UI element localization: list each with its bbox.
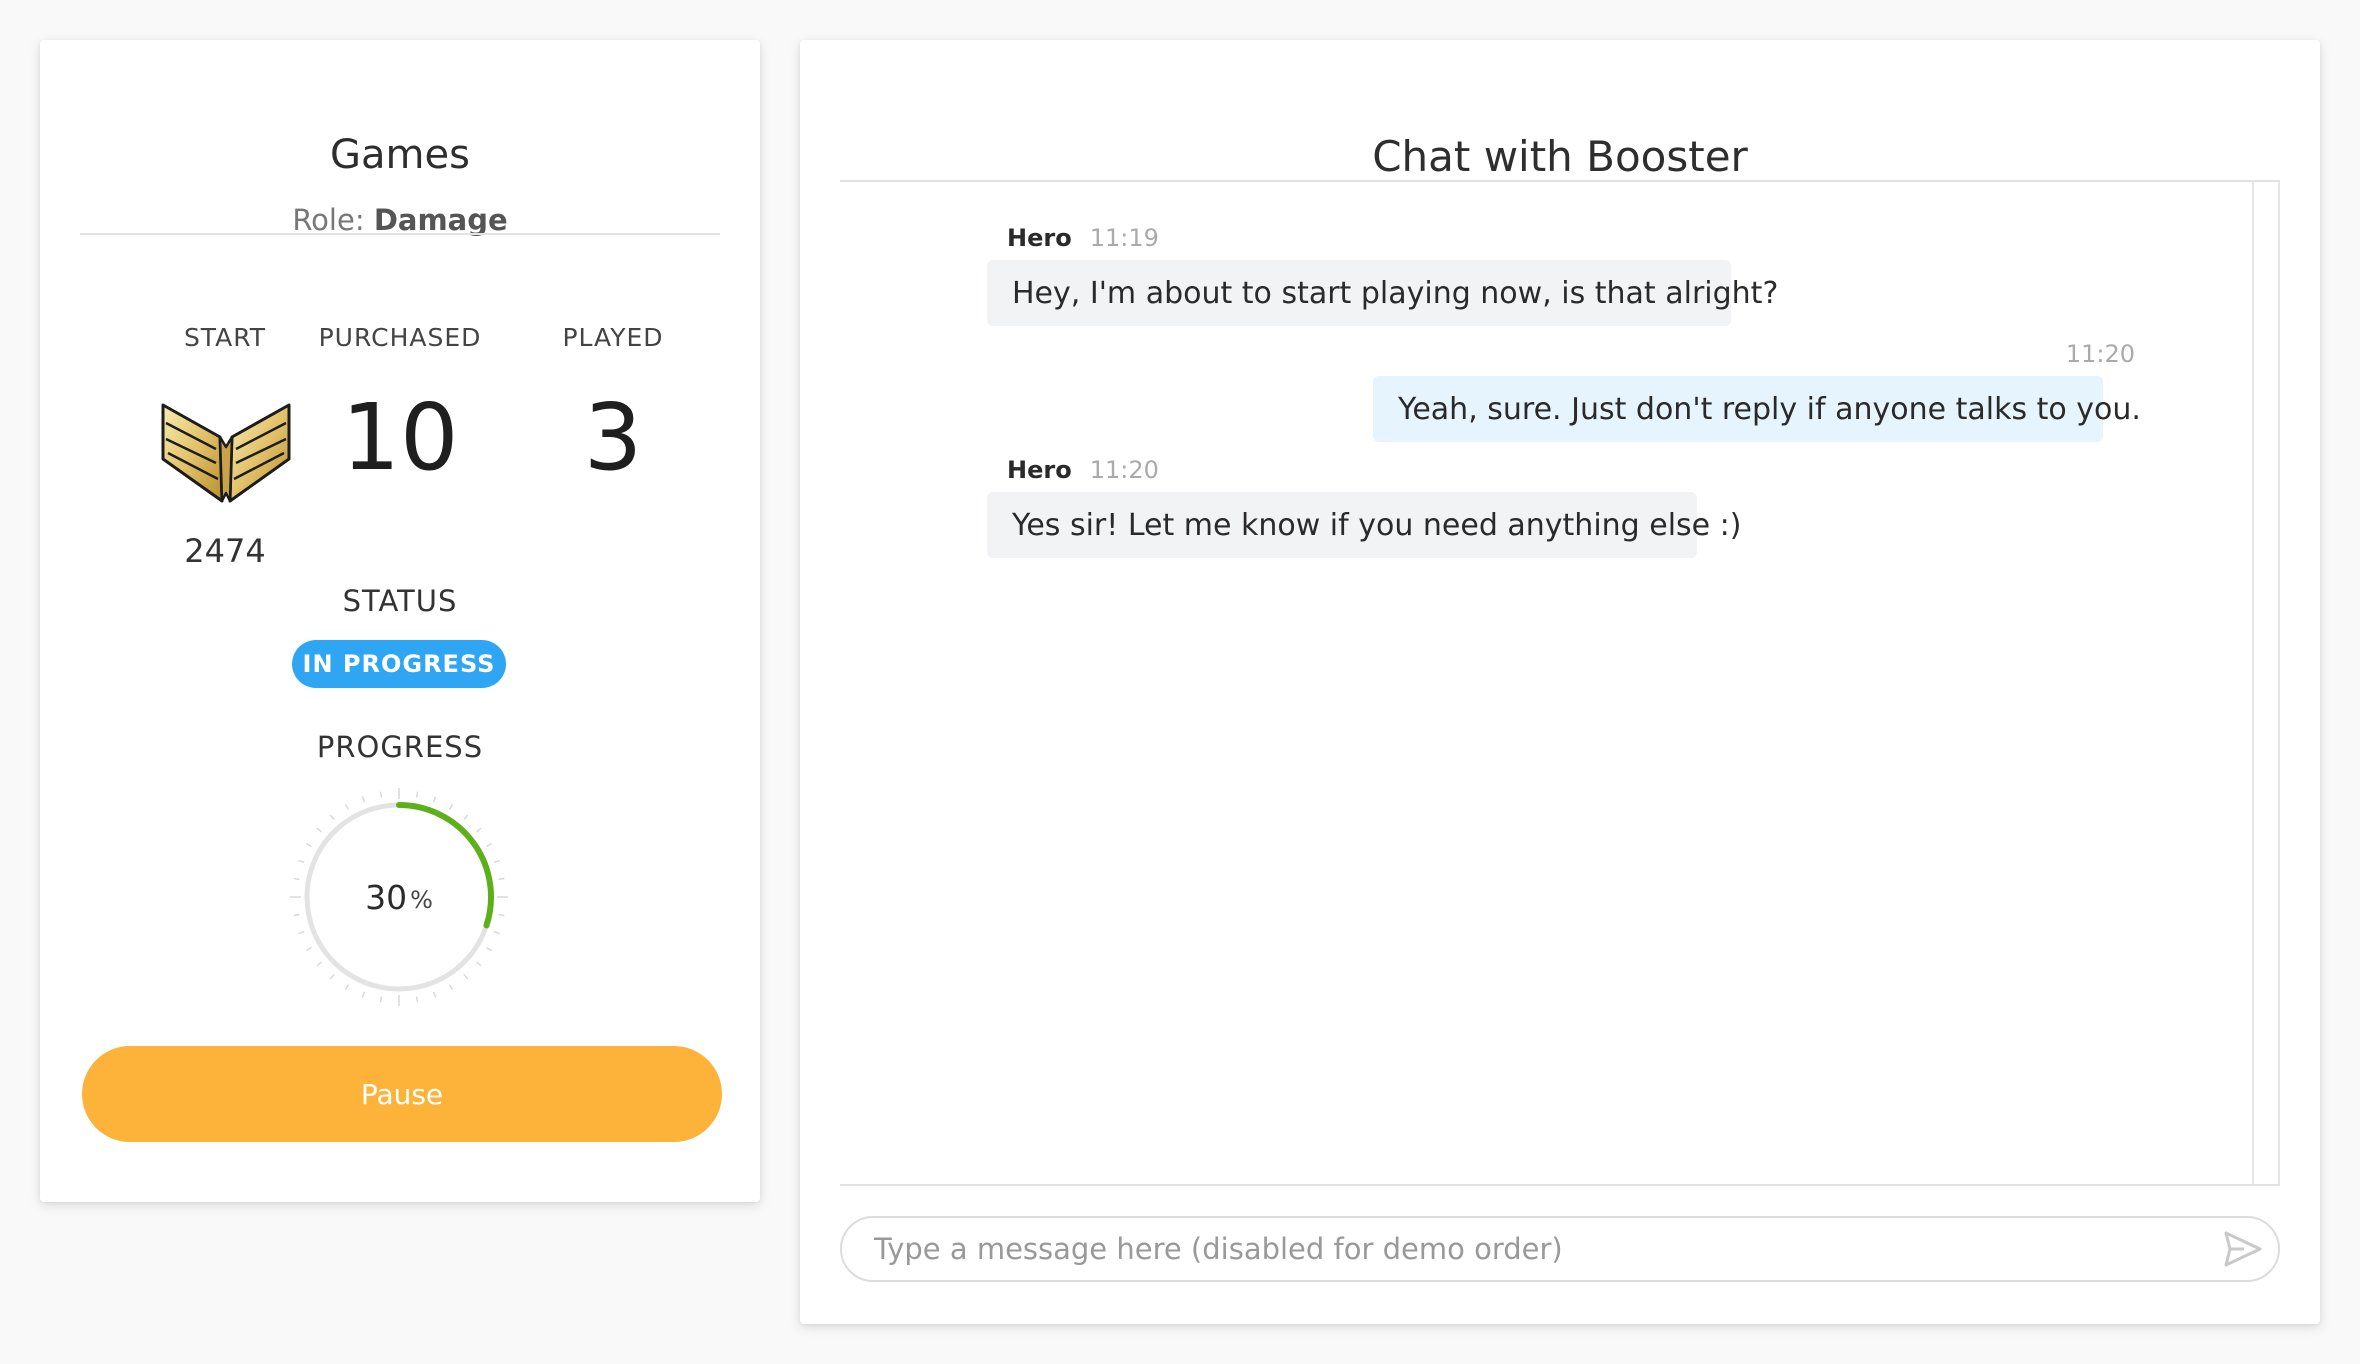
role-prefix: Role: — [292, 203, 365, 237]
message-bubble-incoming: Hey, I'm about to start playing now, is … — [987, 260, 1778, 326]
games-card: Games Role: Damage START PURCHASED PLAYE… — [40, 40, 760, 1202]
status-label: STATUS — [342, 584, 458, 618]
message-bubble-outgoing: Yeah, sure. Just don't reply if anyone t… — [1373, 376, 2141, 442]
purchased-label: PURCHASED — [318, 323, 482, 352]
purchased-value: 10 — [341, 384, 459, 491]
status-badge: IN PROGRESS — [292, 640, 506, 688]
chat-scrollbar[interactable] — [2252, 182, 2280, 1184]
message-bubble-incoming: Yes sir! Let me know if you need anythin… — [987, 492, 1741, 558]
message-meta: 11:20 — [2020, 340, 2135, 368]
progress-unit: % — [410, 886, 433, 914]
rank-wings-icon — [161, 403, 291, 503]
chat-messages-area[interactable]: Hero 11:19 Hey, I'm about to start playin… — [840, 180, 2280, 1186]
progress-value-text: 30% — [290, 788, 508, 1006]
progress-label: PROGRESS — [316, 730, 484, 764]
pause-button[interactable]: Pause — [82, 1046, 722, 1142]
role-line: Role: Damage — [40, 203, 760, 237]
start-rank-value: 2474 — [184, 532, 266, 570]
message-sender: Hero — [1007, 224, 1072, 252]
message-time: 11:19 — [1089, 224, 1159, 252]
chat-card: Chat with Booster Hero 11:19 Hey, I'm abo… — [800, 40, 2320, 1324]
message-time: 11:20 — [1089, 456, 1159, 484]
played-label: PLAYED — [562, 323, 664, 352]
games-title: Games — [330, 132, 470, 178]
progress-value: 30 — [365, 877, 408, 917]
role-value: Damage — [373, 203, 508, 237]
message-input[interactable] — [840, 1216, 2280, 1282]
message-meta: Hero 11:20 — [1007, 456, 1159, 484]
games-divider — [80, 233, 720, 235]
message-time: 11:20 — [2065, 340, 2135, 368]
message-sender: Hero — [1007, 456, 1072, 484]
chat-title: Chat with Booster — [1372, 132, 1748, 181]
played-value: 3 — [583, 384, 643, 491]
send-icon[interactable] — [2224, 1231, 2262, 1267]
message-meta: Hero 11:19 — [1007, 224, 1159, 252]
